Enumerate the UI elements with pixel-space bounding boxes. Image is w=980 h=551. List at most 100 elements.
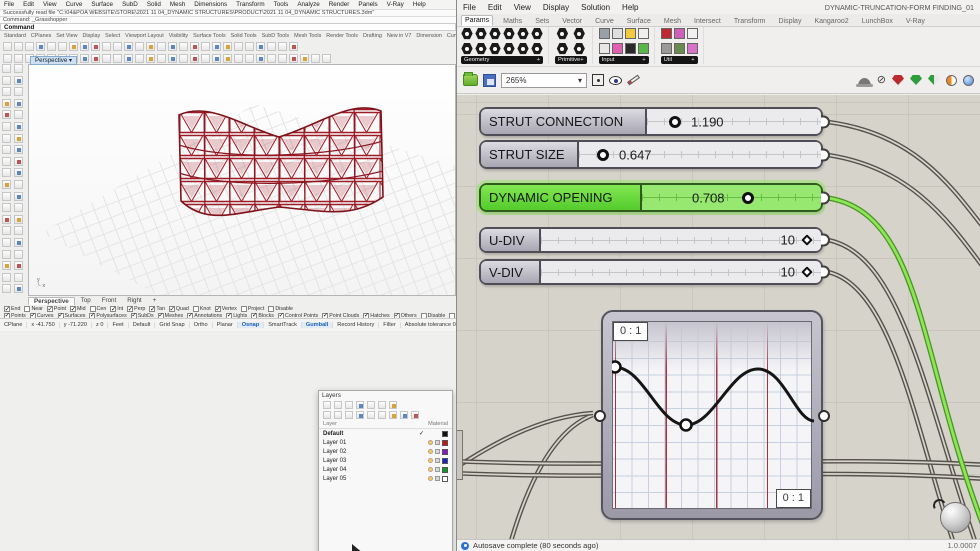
input-component-icon[interactable] (611, 28, 623, 39)
layer-row[interactable]: Default ✓ (319, 429, 452, 438)
rhino-menu-item[interactable]: Dimensions (194, 1, 227, 8)
side-toolbar-icon[interactable] (2, 110, 11, 120)
slider-strut-connection[interactable]: STRUT CONNECTION 1.190 (479, 107, 830, 136)
rhino-toolbar-tab[interactable]: Drafting (363, 33, 382, 39)
side-toolbar-icon[interactable] (14, 237, 23, 247)
graph-grip[interactable] (679, 418, 693, 432)
layer-row[interactable]: Layer 02 (319, 447, 452, 456)
rhino-toolbar-tab[interactable]: Set View (56, 33, 77, 39)
viewport-tab[interactable]: Right (122, 297, 146, 304)
input-component-icon[interactable] (598, 43, 610, 54)
checkbox-icon[interactable] (214, 306, 221, 312)
rhino-toolbar-tab[interactable]: Viewport Layout (125, 33, 164, 39)
side-toolbar-icon[interactable] (2, 261, 11, 271)
category-tab[interactable]: Display (776, 17, 805, 26)
checkbox-icon[interactable] (168, 306, 175, 312)
toolbar-icon[interactable] (102, 41, 111, 51)
layer-color-swatch[interactable] (442, 448, 448, 455)
layer-color-swatch[interactable] (442, 430, 448, 437)
category-tab[interactable]: Kangaroo2 (811, 17, 851, 26)
layer-lock-icon[interactable] (435, 476, 440, 481)
side-toolbar-icon[interactable] (2, 237, 11, 247)
viewport-title-tab[interactable]: Perspective ▾ (30, 56, 78, 65)
side-toolbar-icon[interactable] (2, 203, 11, 213)
category-tab[interactable]: LunchBox (859, 17, 896, 26)
statusbar-segment[interactable]: Default (129, 322, 156, 328)
side-toolbar-icon[interactable] (2, 226, 11, 236)
side-toolbar-icon[interactable] (2, 75, 11, 85)
rhino-toolbar-tab[interactable]: Surface Tools (193, 33, 226, 39)
category-tab[interactable]: Intersect (691, 17, 724, 26)
toolbar-icon[interactable] (289, 41, 298, 51)
side-toolbar-icon[interactable] (14, 133, 23, 143)
rhino-menu-item[interactable]: Solid (147, 1, 161, 8)
filter-layers-icon[interactable] (367, 411, 375, 419)
boolean-param-icon[interactable] (556, 27, 569, 40)
new-layer-icon[interactable] (323, 411, 331, 419)
input-component-icon[interactable] (624, 43, 636, 54)
rhino-menu-item[interactable]: File (4, 1, 14, 8)
side-toolbar-icon[interactable] (14, 191, 23, 201)
toolbar-icon[interactable] (14, 41, 23, 51)
side-toolbar-icon[interactable] (2, 64, 11, 73)
grasshopper-menu-item[interactable]: Display (543, 3, 569, 12)
preview-shaded-icon[interactable] (946, 74, 957, 86)
util-component-icon[interactable] (660, 28, 672, 39)
layers-tab-icon[interactable] (323, 401, 331, 409)
slider-dynamic-opening[interactable]: DYNAMIC OPENING 0.708 (479, 183, 830, 212)
toolbar-icon[interactable] (267, 41, 276, 51)
rhino-toolbar-tab[interactable]: CPlanes (31, 33, 51, 39)
side-toolbar-icon[interactable] (14, 168, 23, 178)
side-toolbar-icon[interactable] (2, 272, 11, 282)
rhino-toolbar-tab[interactable]: Render Tools (326, 33, 358, 39)
statusbar-segment[interactable]: z 0 (92, 322, 109, 328)
truss-model[interactable] (29, 65, 456, 296)
layer-visibility-icon[interactable] (428, 458, 433, 463)
rhino-toolbar-tab[interactable]: Solid Tools (231, 33, 257, 39)
graph-mapper[interactable]: 0 : 1 0 : 1 (594, 310, 830, 520)
osnap-toggle[interactable]: Near (24, 306, 43, 312)
category-tab[interactable]: Sets (532, 17, 552, 26)
side-toolbar-icon[interactable] (2, 156, 11, 166)
geometry-param-icon[interactable] (517, 42, 529, 55)
rhino-menu-item[interactable]: SubD (122, 1, 138, 8)
osnap-toggle[interactable]: Tan (149, 306, 165, 312)
notes-tab-icon[interactable] (389, 401, 397, 409)
rendering-tab-icon[interactable] (367, 401, 375, 409)
side-toolbar-icon[interactable] (14, 64, 23, 73)
circle-param-icon[interactable] (461, 27, 473, 40)
materials-tab-icon[interactable] (356, 401, 364, 409)
vector-param-icon[interactable] (503, 42, 515, 55)
statusbar-segment[interactable]: Record History (333, 322, 380, 328)
layer-color-swatch[interactable] (442, 457, 448, 464)
group-param-icon[interactable] (531, 27, 543, 40)
layers-panel[interactable]: Layers Layer Material Default ✓ Layer 01… (318, 390, 453, 551)
side-toolbar-icon[interactable] (2, 133, 11, 143)
group-expand-icon[interactable]: + (642, 57, 645, 63)
layer-color-swatch[interactable] (442, 439, 448, 446)
statusbar-segment[interactable]: Filter (379, 322, 401, 328)
side-toolbar-icon[interactable] (14, 226, 23, 236)
sun-tab-icon[interactable] (378, 401, 386, 409)
surface-param-icon[interactable] (503, 27, 515, 40)
layer-row[interactable]: Layer 05 (319, 474, 452, 483)
output-port[interactable] (818, 410, 830, 422)
osnap-toggle[interactable]: Int (110, 306, 123, 312)
slider-track[interactable]: 1.190 (647, 109, 821, 134)
checkbox-icon[interactable] (149, 306, 156, 312)
group-expand-icon[interactable]: + (537, 57, 540, 63)
widget-hat-icon[interactable] (855, 78, 873, 87)
osnap-toggle[interactable]: End (4, 306, 20, 312)
side-toolbar-icon[interactable] (14, 179, 23, 189)
toolbar-icon[interactable] (179, 41, 188, 51)
side-toolbar-icon[interactable] (2, 121, 11, 131)
toolbar-icon[interactable] (3, 41, 12, 51)
slider-knob[interactable] (669, 115, 681, 128)
input-component-icon[interactable] (624, 28, 636, 39)
rhino-toolbar-tab[interactable]: Curve Tools (447, 33, 456, 39)
slider-strut-size[interactable]: STRUT SIZE 0.647 (479, 140, 830, 169)
palette-group-label[interactable]: Input + (598, 56, 649, 64)
layer-visibility-icon[interactable] (428, 476, 433, 481)
box-param-icon[interactable] (517, 27, 529, 40)
rhino-menu-item[interactable]: Help (413, 1, 426, 8)
